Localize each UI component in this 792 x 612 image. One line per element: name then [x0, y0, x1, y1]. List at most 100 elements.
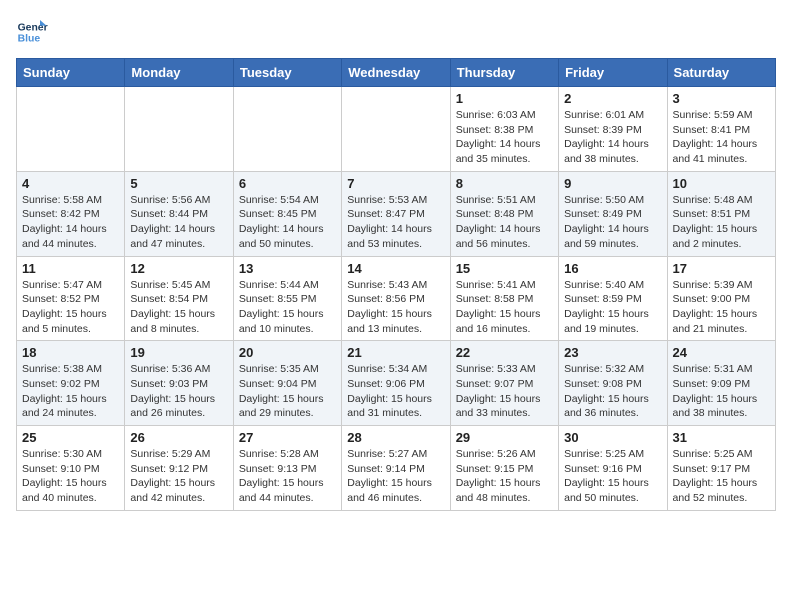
calendar-cell: 19 Sunrise: 5:36 AM Sunset: 9:03 PM Dayli…	[125, 341, 233, 426]
calendar-cell: 22Sunrise: 5:33 AM Sunset: 9:07 PM Dayli…	[450, 341, 558, 426]
day-detail: Sunrise: 5:47 AM Sunset: 8:52 PM Dayligh…	[22, 278, 119, 337]
day-detail: Sunrise: 5:59 AM Sunset: 8:41 PM Dayligh…	[673, 108, 770, 167]
day-detail: Sunrise: 5:28 AM Sunset: 9:13 PM Dayligh…	[239, 447, 336, 506]
day-number: 9	[564, 176, 661, 191]
day-number: 26	[130, 430, 227, 445]
day-number: 23	[564, 345, 661, 360]
day-number: 29	[456, 430, 553, 445]
calendar-cell: 23 Sunrise: 5:32 AM Sunset: 9:08 PM Dayli…	[559, 341, 667, 426]
day-detail: Sunrise: 5:40 AM Sunset: 8:59 PM Dayligh…	[564, 278, 661, 337]
calendar-week-5: 25 Sunrise: 5:30 AM Sunset: 9:10 PM Dayli…	[17, 426, 776, 511]
calendar-cell: 27 Sunrise: 5:28 AM Sunset: 9:13 PM Dayli…	[233, 426, 341, 511]
day-detail: Sunrise: 5:51 AM Sunset: 8:48 PM Dayligh…	[456, 193, 553, 252]
day-detail: Sunrise: 5:34 AM Sunset: 9:06 PM Dayligh…	[347, 362, 444, 421]
day-detail: Sunrise: 5:30 AM Sunset: 9:10 PM Dayligh…	[22, 447, 119, 506]
day-detail: Sunrise: 6:03 AM Sunset: 8:38 PM Dayligh…	[456, 108, 553, 167]
calendar-cell: 20 Sunrise: 5:35 AM Sunset: 9:04 PM Dayli…	[233, 341, 341, 426]
weekday-header-friday: Friday	[559, 59, 667, 87]
calendar-cell: 11 Sunrise: 5:47 AM Sunset: 8:52 PM Dayli…	[17, 256, 125, 341]
calendar-cell: 31 Sunrise: 5:25 AM Sunset: 9:17 PM Dayli…	[667, 426, 775, 511]
weekday-header-monday: Monday	[125, 59, 233, 87]
weekday-header-wednesday: Wednesday	[342, 59, 450, 87]
day-detail: Sunrise: 5:53 AM Sunset: 8:47 PM Dayligh…	[347, 193, 444, 252]
calendar-cell: 15Sunrise: 5:41 AM Sunset: 8:58 PM Dayli…	[450, 256, 558, 341]
calendar-week-1: 1 Sunrise: 6:03 AM Sunset: 8:38 PM Daylig…	[17, 87, 776, 172]
day-number: 14	[347, 261, 444, 276]
day-number: 25	[22, 430, 119, 445]
day-detail: Sunrise: 5:50 AM Sunset: 8:49 PM Dayligh…	[564, 193, 661, 252]
svg-text:Blue: Blue	[18, 34, 41, 45]
calendar-cell: 8 Sunrise: 5:51 AM Sunset: 8:48 PM Daylig…	[450, 171, 558, 256]
day-detail: Sunrise: 5:54 AM Sunset: 8:45 PM Dayligh…	[239, 193, 336, 252]
day-number: 19	[130, 345, 227, 360]
calendar-cell: 30Sunrise: 5:25 AM Sunset: 9:16 PM Dayli…	[559, 426, 667, 511]
day-detail: Sunrise: 5:36 AM Sunset: 9:03 PM Dayligh…	[130, 362, 227, 421]
day-number: 31	[673, 430, 770, 445]
calendar-week-2: 4 Sunrise: 5:58 AM Sunset: 8:42 PM Daylig…	[17, 171, 776, 256]
day-detail: Sunrise: 5:32 AM Sunset: 9:08 PM Dayligh…	[564, 362, 661, 421]
day-number: 12	[130, 261, 227, 276]
day-number: 5	[130, 176, 227, 191]
weekday-header-tuesday: Tuesday	[233, 59, 341, 87]
calendar-cell: 25 Sunrise: 5:30 AM Sunset: 9:10 PM Dayli…	[17, 426, 125, 511]
calendar-cell: 12 Sunrise: 5:45 AM Sunset: 8:54 PM Dayli…	[125, 256, 233, 341]
day-detail: Sunrise: 5:26 AM Sunset: 9:15 PM Dayligh…	[456, 447, 553, 506]
day-number: 4	[22, 176, 119, 191]
page-header: General Blue	[16, 16, 776, 48]
day-number: 2	[564, 91, 661, 106]
day-number: 13	[239, 261, 336, 276]
calendar-cell: 24 Sunrise: 5:31 AM Sunset: 9:09 PM Dayli…	[667, 341, 775, 426]
day-number: 17	[673, 261, 770, 276]
calendar-table: SundayMondayTuesdayWednesdayThursdayFrid…	[16, 58, 776, 511]
calendar-week-3: 11 Sunrise: 5:47 AM Sunset: 8:52 PM Dayli…	[17, 256, 776, 341]
calendar-cell: 10 Sunrise: 5:48 AM Sunset: 8:51 PM Dayli…	[667, 171, 775, 256]
calendar-cell: 3 Sunrise: 5:59 AM Sunset: 8:41 PM Daylig…	[667, 87, 775, 172]
day-detail: Sunrise: 5:45 AM Sunset: 8:54 PM Dayligh…	[130, 278, 227, 337]
day-detail: Sunrise: 5:25 AM Sunset: 9:16 PM Dayligh…	[564, 447, 661, 506]
day-number: 10	[673, 176, 770, 191]
day-detail: Sunrise: 6:01 AM Sunset: 8:39 PM Dayligh…	[564, 108, 661, 167]
calendar-cell: 13Sunrise: 5:44 AM Sunset: 8:55 PM Dayli…	[233, 256, 341, 341]
day-number: 28	[347, 430, 444, 445]
day-number: 1	[456, 91, 553, 106]
calendar-cell	[233, 87, 341, 172]
day-detail: Sunrise: 5:33 AM Sunset: 9:07 PM Dayligh…	[456, 362, 553, 421]
day-number: 6	[239, 176, 336, 191]
day-number: 3	[673, 91, 770, 106]
calendar-cell: 21 Sunrise: 5:34 AM Sunset: 9:06 PM Dayli…	[342, 341, 450, 426]
day-number: 24	[673, 345, 770, 360]
weekday-header-sunday: Sunday	[17, 59, 125, 87]
day-number: 21	[347, 345, 444, 360]
day-number: 18	[22, 345, 119, 360]
calendar-cell: 4 Sunrise: 5:58 AM Sunset: 8:42 PM Daylig…	[17, 171, 125, 256]
calendar-cell: 7Sunrise: 5:53 AM Sunset: 8:47 PM Daylig…	[342, 171, 450, 256]
day-detail: Sunrise: 5:41 AM Sunset: 8:58 PM Dayligh…	[456, 278, 553, 337]
calendar-cell: 17 Sunrise: 5:39 AM Sunset: 9:00 PM Dayli…	[667, 256, 775, 341]
calendar-cell: 29 Sunrise: 5:26 AM Sunset: 9:15 PM Dayli…	[450, 426, 558, 511]
logo: General Blue	[16, 16, 48, 48]
day-detail: Sunrise: 5:48 AM Sunset: 8:51 PM Dayligh…	[673, 193, 770, 252]
day-detail: Sunrise: 5:29 AM Sunset: 9:12 PM Dayligh…	[130, 447, 227, 506]
day-number: 27	[239, 430, 336, 445]
weekday-header-thursday: Thursday	[450, 59, 558, 87]
calendar-cell: 16Sunrise: 5:40 AM Sunset: 8:59 PM Dayli…	[559, 256, 667, 341]
day-detail: Sunrise: 5:35 AM Sunset: 9:04 PM Dayligh…	[239, 362, 336, 421]
weekday-header-saturday: Saturday	[667, 59, 775, 87]
calendar-cell	[17, 87, 125, 172]
day-detail: Sunrise: 5:25 AM Sunset: 9:17 PM Dayligh…	[673, 447, 770, 506]
logo-icon: General Blue	[16, 16, 48, 48]
calendar-cell: 1 Sunrise: 6:03 AM Sunset: 8:38 PM Daylig…	[450, 87, 558, 172]
day-detail: Sunrise: 5:27 AM Sunset: 9:14 PM Dayligh…	[347, 447, 444, 506]
calendar-cell: 28 Sunrise: 5:27 AM Sunset: 9:14 PM Dayli…	[342, 426, 450, 511]
calendar-week-4: 18Sunrise: 5:38 AM Sunset: 9:02 PM Dayli…	[17, 341, 776, 426]
day-number: 8	[456, 176, 553, 191]
day-detail: Sunrise: 5:39 AM Sunset: 9:00 PM Dayligh…	[673, 278, 770, 337]
day-number: 11	[22, 261, 119, 276]
day-number: 20	[239, 345, 336, 360]
calendar-cell: 14 Sunrise: 5:43 AM Sunset: 8:56 PM Dayli…	[342, 256, 450, 341]
calendar-cell: 2 Sunrise: 6:01 AM Sunset: 8:39 PM Daylig…	[559, 87, 667, 172]
day-detail: Sunrise: 5:31 AM Sunset: 9:09 PM Dayligh…	[673, 362, 770, 421]
day-detail: Sunrise: 5:43 AM Sunset: 8:56 PM Dayligh…	[347, 278, 444, 337]
calendar-cell: 9 Sunrise: 5:50 AM Sunset: 8:49 PM Daylig…	[559, 171, 667, 256]
day-detail: Sunrise: 5:58 AM Sunset: 8:42 PM Dayligh…	[22, 193, 119, 252]
